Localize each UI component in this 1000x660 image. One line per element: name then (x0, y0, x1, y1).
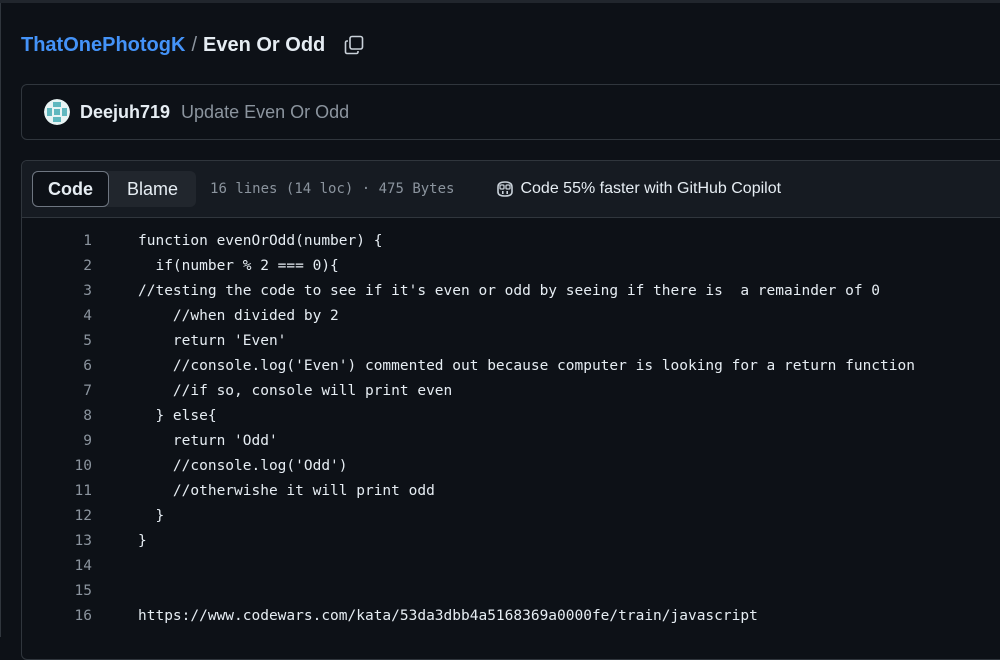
code-line: 2 if(number % 2 === 0){ (22, 254, 1000, 279)
commit-message[interactable]: Update Even Or Odd (181, 102, 349, 123)
file-name: Even Or Odd (203, 33, 326, 56)
copilot-promo-text: Code 55% faster with GitHub Copilot (520, 180, 782, 197)
commit-author[interactable]: Deejuh719 (80, 102, 170, 123)
line-content: //testing the code to see if it's even o… (138, 283, 881, 299)
line-content: function evenOrOdd(number) { (138, 233, 383, 249)
line-content: if(number % 2 === 0){ (138, 258, 339, 274)
breadcrumb-separator: / (191, 33, 197, 56)
line-content: //if so, console will print even (138, 383, 453, 399)
code-line: 5 return 'Even' (22, 329, 1000, 354)
line-number[interactable]: 7 (22, 379, 92, 404)
tab-blame[interactable]: Blame (109, 171, 196, 207)
code-line: 9 return 'Odd' (22, 429, 1000, 454)
line-number[interactable]: 13 (22, 529, 92, 554)
copy-path-button[interactable] (343, 34, 365, 56)
line-content: return 'Even' (138, 333, 287, 349)
code-line: 6 //console.log('Even') commented out be… (22, 354, 1000, 379)
code-line: 10 //console.log('Odd') (22, 454, 1000, 479)
line-content: } (138, 533, 147, 549)
view-toggle: Code Blame (32, 171, 197, 207)
code-line: 7 //if so, console will print even (22, 379, 1000, 404)
line-number[interactable]: 8 (22, 404, 92, 429)
line-number[interactable]: 9 (22, 429, 92, 454)
code-line: 3 //testing the code to see if it's even … (22, 279, 1000, 304)
line-content: } (138, 508, 165, 524)
line-number[interactable]: 5 (22, 329, 92, 354)
line-number[interactable]: 16 (22, 604, 92, 629)
copilot-icon (495, 180, 515, 198)
line-number[interactable]: 14 (22, 554, 92, 579)
code-line: 13} (22, 529, 1000, 554)
line-content: //console.log('Odd') (138, 458, 348, 474)
repo-owner-link[interactable]: ThatOnePhotogK (21, 34, 185, 57)
copy-icon (344, 35, 364, 55)
line-number[interactable]: 1 (22, 229, 92, 254)
code-line: 12 } (22, 504, 1000, 529)
line-number[interactable]: 3 (22, 279, 92, 304)
line-content: //when divided by 2 (138, 308, 339, 324)
line-content: https://www.codewars.com/kata/53da3dbb4a… (138, 608, 758, 624)
code-line: 15 (22, 579, 1000, 604)
line-number[interactable]: 15 (22, 579, 92, 604)
line-number[interactable]: 6 (22, 354, 92, 379)
code-line: 4 //when divided by 2 (22, 304, 1000, 329)
line-content: } else{ (138, 408, 217, 424)
top-border (0, 0, 1000, 3)
left-border (0, 3, 1, 637)
code-line: 1 function evenOrOdd(number) { (22, 229, 1000, 254)
breadcrumb: ThatOnePhotogK / Even Or Odd (21, 30, 365, 60)
line-content: return 'Odd' (138, 433, 278, 449)
line-number[interactable]: 2 (22, 254, 92, 279)
code-line: 8 } else{ (22, 404, 1000, 429)
line-number[interactable]: 10 (22, 454, 92, 479)
avatar[interactable] (44, 99, 70, 125)
code-line: 14 (22, 554, 1000, 579)
line-number[interactable]: 11 (22, 479, 92, 504)
line-number[interactable]: 12 (22, 504, 92, 529)
latest-commit-box: Deejuh719 Update Even Or Odd (21, 84, 1000, 140)
file-stats: 16 lines (14 loc) · 475 Bytes (210, 181, 455, 197)
file-viewer: Code Blame 16 lines (14 loc) · 475 Bytes… (21, 160, 1000, 660)
line-content: //console.log('Even') commented out beca… (138, 358, 915, 374)
code-line: 16 https://www.codewars.com/kata/53da3dbb… (22, 604, 1000, 629)
line-content: //otherwishe it will print odd (138, 483, 435, 499)
copilot-promo-link[interactable]: Code 55% faster with GitHub Copilot (495, 180, 781, 198)
line-number[interactable]: 4 (22, 304, 92, 329)
tab-code[interactable]: Code (32, 171, 109, 207)
file-header: Code Blame 16 lines (14 loc) · 475 Bytes… (22, 161, 1000, 218)
code-line: 11 //otherwishe it will print odd (22, 479, 1000, 504)
